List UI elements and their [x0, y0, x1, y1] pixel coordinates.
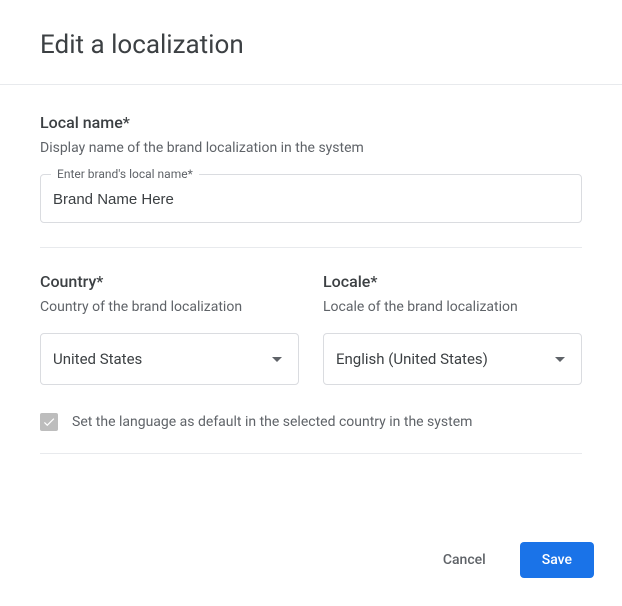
section-divider-2	[40, 453, 582, 454]
locale-select[interactable]: English (United States)	[323, 333, 582, 385]
dialog-header: Edit a localization	[0, 0, 622, 84]
chevron-down-icon	[272, 357, 282, 362]
save-button[interactable]: Save	[520, 542, 594, 578]
locale-value: English (United States)	[336, 350, 488, 368]
chevron-down-icon	[555, 357, 565, 362]
country-value: United States	[53, 350, 142, 368]
local-name-input[interactable]	[53, 191, 569, 208]
cancel-button[interactable]: Cancel	[421, 542, 508, 578]
dialog-body: Local name* Display name of the brand lo…	[0, 85, 622, 502]
local-name-float-label: Enter brand's local name*	[51, 167, 199, 181]
locale-label: Locale*	[323, 272, 582, 291]
default-language-label: Set the language as default in the selec…	[72, 414, 472, 430]
dialog-footer: Cancel Save	[0, 502, 622, 606]
country-group: Country* Country of the brand localizati…	[40, 272, 299, 385]
locale-group: Locale* Locale of the brand localization…	[323, 272, 582, 385]
locale-description: Locale of the brand localization	[323, 299, 582, 315]
country-description: Country of the brand localization	[40, 299, 299, 315]
local-name-description: Display name of the brand localization i…	[40, 140, 582, 156]
country-select[interactable]: United States	[40, 333, 299, 385]
check-icon	[42, 415, 56, 429]
country-label: Country*	[40, 272, 299, 291]
default-language-row[interactable]: Set the language as default in the selec…	[40, 413, 582, 431]
default-language-checkbox[interactable]	[40, 413, 58, 431]
local-name-group: Local name* Display name of the brand lo…	[40, 113, 582, 223]
dialog-title: Edit a localization	[40, 30, 582, 60]
edit-localization-dialog: Edit a localization Local name* Display …	[0, 0, 622, 606]
local-name-label: Local name*	[40, 113, 582, 132]
section-divider-1	[40, 247, 582, 248]
country-locale-row: Country* Country of the brand localizati…	[40, 272, 582, 385]
local-name-field-wrap[interactable]: Enter brand's local name*	[40, 174, 582, 223]
